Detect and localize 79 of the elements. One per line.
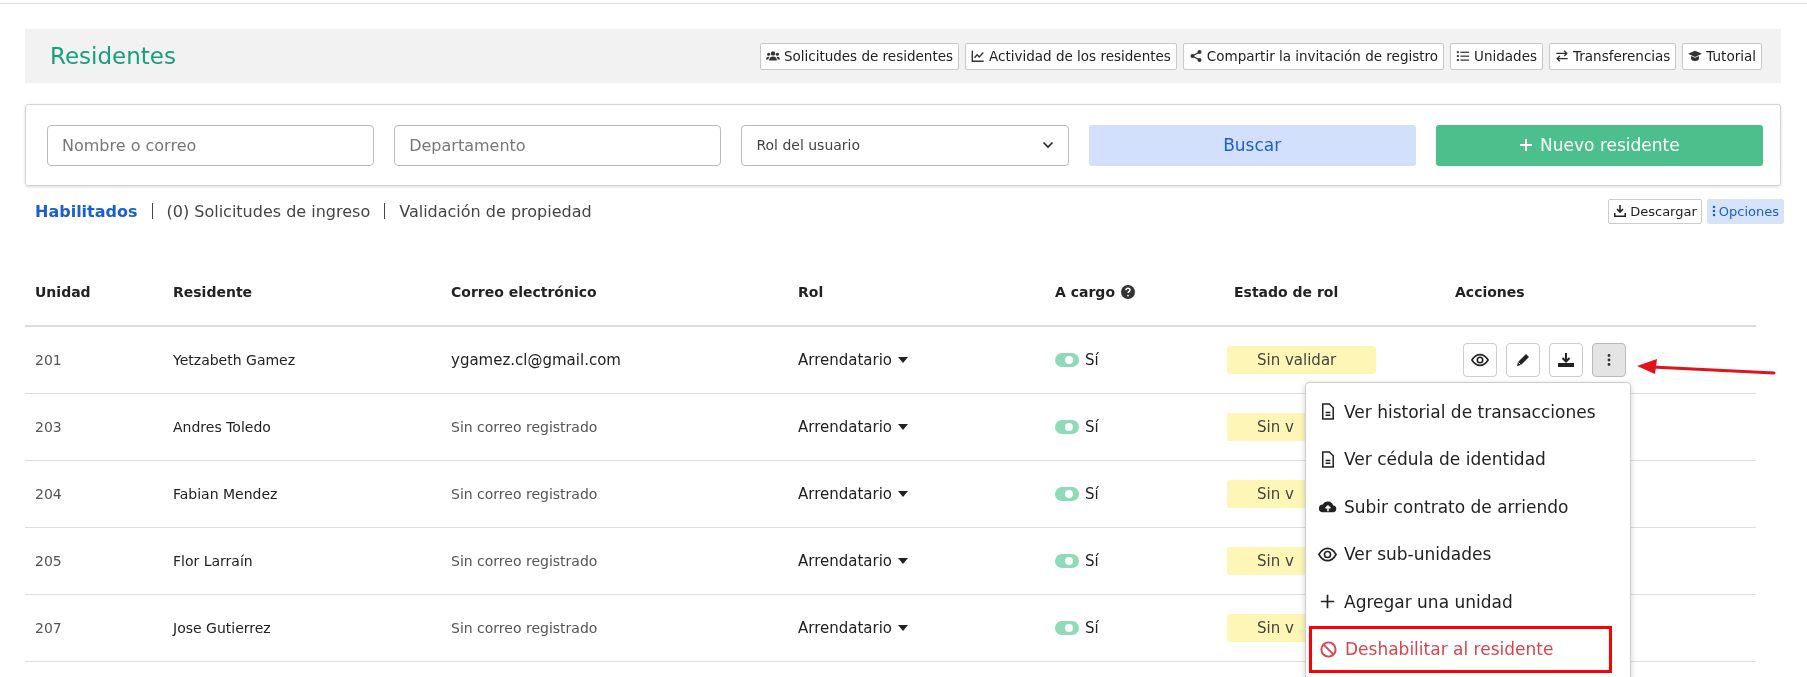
toggle-label: Sí <box>1085 485 1099 503</box>
role-dropdown[interactable]: Rol del usuario <box>741 124 1069 166</box>
toggle-label: Sí <box>1085 552 1099 570</box>
table-cell: Sin correo registrado <box>451 419 598 435</box>
table-cell: 207 <box>35 620 62 636</box>
list-icon <box>1456 49 1471 63</box>
table-cell: Andres Toledo <box>173 419 271 435</box>
ban-icon <box>1319 639 1338 659</box>
users-icon <box>765 49 780 63</box>
table-cell: 205 <box>35 553 62 569</box>
department-field[interactable]: Departamento <box>394 124 722 166</box>
header-button[interactable]: Transferencias <box>1549 42 1677 70</box>
header-button[interactable]: Unidades <box>1450 42 1544 70</box>
status-badge: Sin validar <box>1227 346 1376 374</box>
share-icon <box>1188 49 1203 63</box>
name-search-field[interactable]: Nombre o correo <box>47 124 375 166</box>
role-dropdown[interactable]: Arrendatario <box>798 619 909 637</box>
role-dropdown[interactable]: Arrendatario <box>798 418 909 436</box>
options-button[interactable]: Opciones <box>1706 198 1784 224</box>
table-cell: 204 <box>35 486 62 502</box>
toggle-switch[interactable] <box>1055 487 1079 501</box>
table-cell: Sin correo registrado <box>451 553 598 569</box>
header-button[interactable]: Actividad de los residentes <box>965 42 1177 70</box>
table-cell: Sin correo registrado <box>451 486 598 502</box>
page-title: Residentes <box>50 43 176 69</box>
table-cell: Flor Larraín <box>173 553 253 569</box>
eye-icon <box>1471 352 1489 368</box>
toggle-label: Sí <box>1085 351 1099 369</box>
tab[interactable]: (0) Solicitudes de ingreso <box>166 201 371 221</box>
toggle-switch[interactable] <box>1055 420 1079 434</box>
table-cell: Jose Gutierrez <box>173 620 271 636</box>
table-cell: Fabian Mendez <box>173 486 278 502</box>
column-header: A cargo <box>1055 283 1115 300</box>
column-header: Acciones <box>1455 283 1525 300</box>
header-button[interactable]: Tutorial <box>1682 42 1762 70</box>
caret-icon <box>898 558 909 564</box>
caret-icon <box>898 625 909 631</box>
pencil-icon <box>1514 352 1532 368</box>
help-icon[interactable] <box>1121 284 1135 299</box>
column-header: Residente <box>173 283 253 300</box>
download-icon <box>1613 204 1628 218</box>
arrows-icon <box>1555 49 1570 63</box>
column-header: Unidad <box>35 283 91 300</box>
table-cell: Yetzabeth Gamez <box>173 352 296 368</box>
toggle-switch[interactable] <box>1055 621 1079 635</box>
column-header: Correo electrónico <box>451 283 597 300</box>
tab[interactable]: Validación de propiedad <box>399 201 592 221</box>
download-icon <box>1557 352 1575 368</box>
caret-icon <box>898 424 909 430</box>
download-button[interactable]: Descargar <box>1608 198 1702 224</box>
toggle-label: Sí <box>1085 619 1099 637</box>
search-button[interactable]: Buscar <box>1088 124 1416 166</box>
more-actions-button[interactable] <box>1592 343 1626 377</box>
edit-button[interactable] <box>1506 343 1540 377</box>
caret-icon <box>898 491 909 497</box>
role-dropdown[interactable]: Arrendatario <box>798 552 909 570</box>
table-cell: 201 <box>35 352 62 368</box>
role-dropdown[interactable]: Arrendatario <box>798 485 909 503</box>
table-cell: Sin correo registrado <box>451 620 598 636</box>
header-button[interactable]: Solicitudes de residentes <box>759 42 960 70</box>
header-button[interactable]: Compartir la invitación de registro <box>1182 42 1445 70</box>
column-header: Estado de rol <box>1234 283 1339 300</box>
chart-icon <box>971 49 986 63</box>
graduation-cap-icon <box>1688 49 1703 63</box>
download-button[interactable] <box>1549 343 1583 377</box>
table-cell: ygamez.cl@gmail.com <box>451 351 621 369</box>
toggle-switch[interactable] <box>1055 353 1079 367</box>
kebab-icon <box>1607 353 1611 367</box>
table-cell: 203 <box>35 419 62 435</box>
toggle-switch[interactable] <box>1055 554 1079 568</box>
toggle-label: Sí <box>1085 418 1099 436</box>
column-header: Rol <box>798 283 824 300</box>
kebab-icon <box>1711 204 1716 218</box>
caret-icon <box>898 357 909 363</box>
role-dropdown[interactable]: Arrendatario <box>798 351 909 369</box>
plus-icon <box>1519 138 1534 152</box>
tab[interactable]: Habilitados <box>35 201 138 221</box>
view-button[interactable] <box>1463 343 1497 377</box>
chevron-down-icon <box>1041 141 1054 149</box>
